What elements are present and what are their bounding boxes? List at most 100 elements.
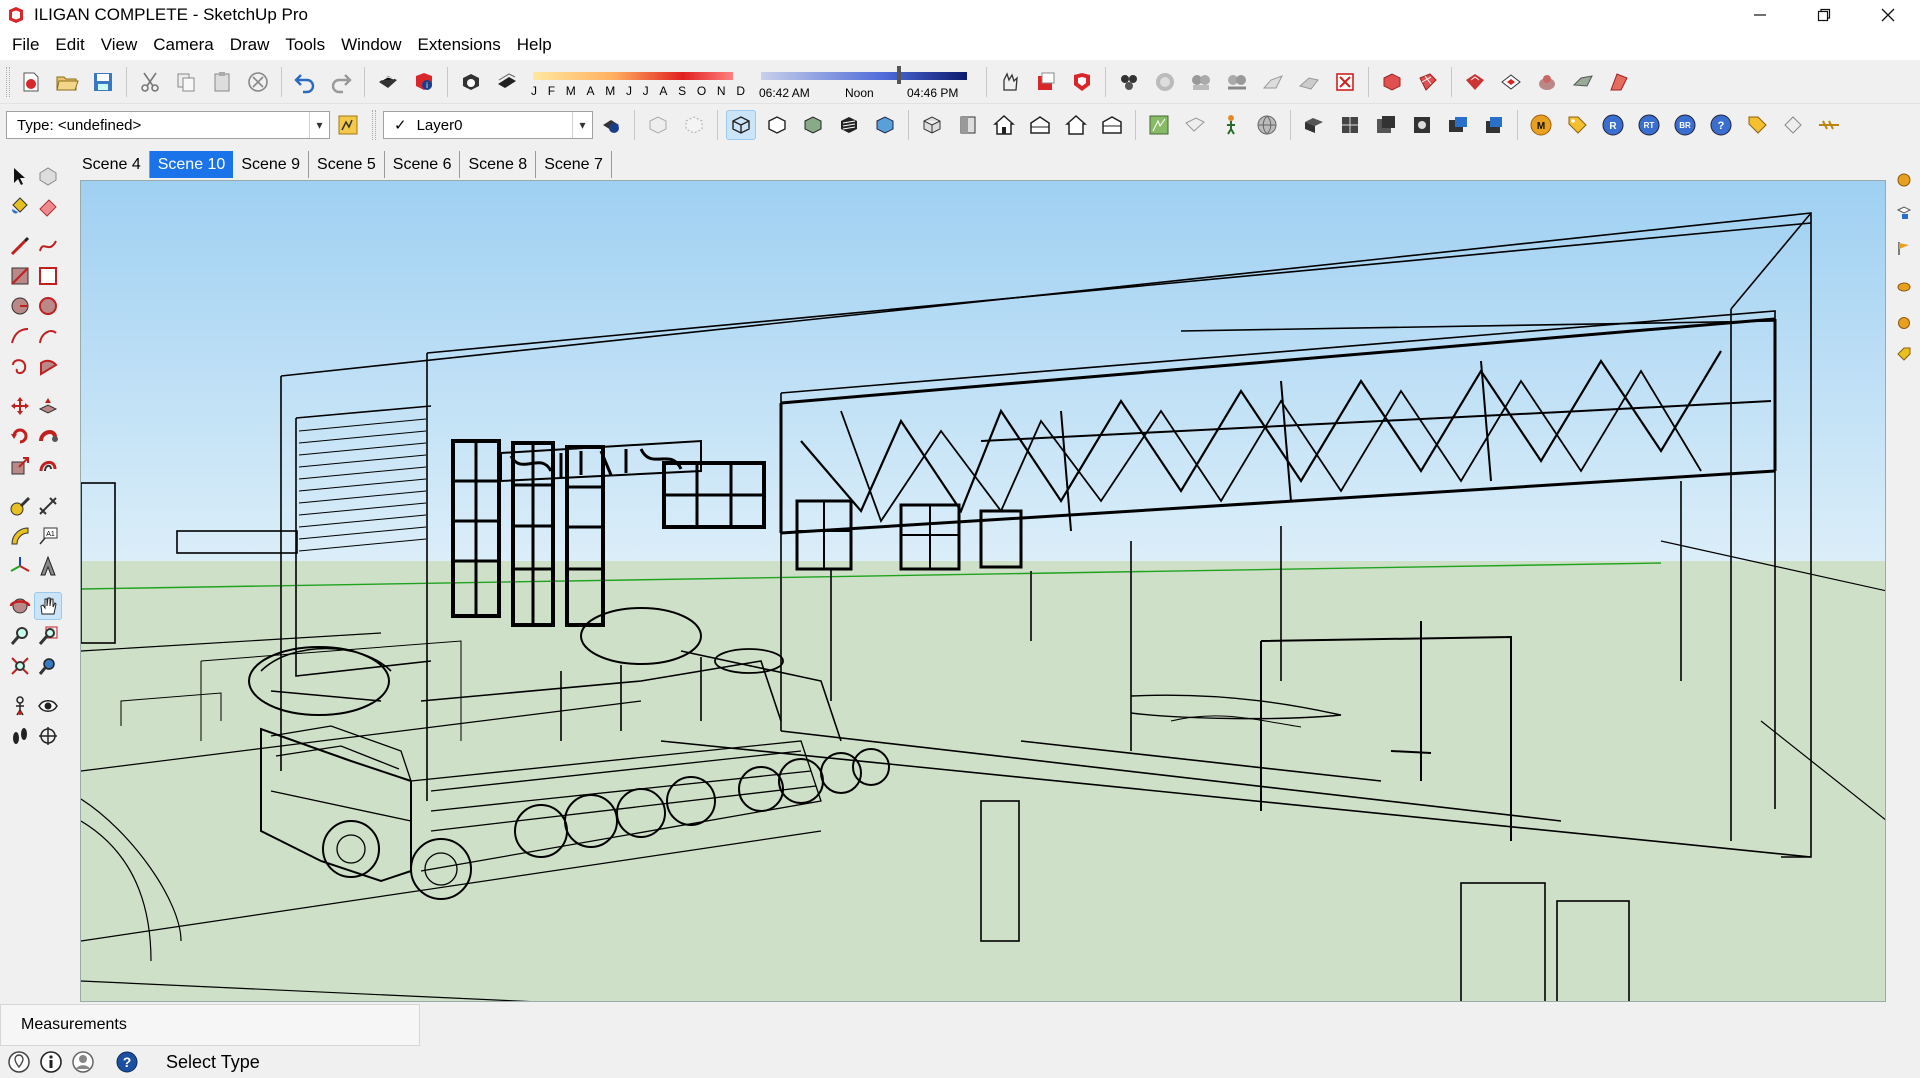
two-point-arc-button[interactable] xyxy=(34,322,62,350)
solid-tools-subtract-button[interactable] xyxy=(1496,67,1526,97)
tab-scene-8[interactable]: Scene 8 xyxy=(460,151,537,178)
warehouse-upload-button[interactable] xyxy=(1031,67,1061,97)
toolbar-grip[interactable] xyxy=(6,66,10,97)
ext-chain-button[interactable] xyxy=(1814,110,1844,140)
tape-measure-button[interactable] xyxy=(6,492,34,520)
ext-rt-button[interactable]: RT xyxy=(1634,110,1664,140)
component-options-button[interactable] xyxy=(1114,67,1144,97)
terrain-button[interactable] xyxy=(1252,110,1282,140)
extension-warehouse-button[interactable] xyxy=(1067,67,1097,97)
hidden-line-button[interactable] xyxy=(762,110,792,140)
xray-button[interactable] xyxy=(643,110,673,140)
shadow-settings-button[interactable] xyxy=(492,67,522,97)
look-around-button[interactable] xyxy=(34,692,62,720)
new-file-button[interactable] xyxy=(16,67,46,97)
left-view-button[interactable] xyxy=(1097,110,1127,140)
dimension-tool-button[interactable] xyxy=(34,492,62,520)
wireframe-button[interactable] xyxy=(726,110,756,140)
tab-scene-9[interactable]: Scene 9 xyxy=(233,151,310,178)
add-location-button[interactable] xyxy=(1216,110,1246,140)
entity-info-button[interactable] xyxy=(333,110,363,140)
front-view-button[interactable] xyxy=(989,110,1019,140)
position-camera-tool-button[interactable] xyxy=(6,692,34,720)
top-view-button[interactable] xyxy=(953,110,983,140)
sandbox-smoove-button[interactable] xyxy=(1150,67,1180,97)
solid-tools-split-button[interactable] xyxy=(1568,67,1598,97)
sphere-button[interactable] xyxy=(1894,312,1914,332)
menu-edit[interactable]: Edit xyxy=(47,35,92,55)
monochrome-button[interactable] xyxy=(870,110,900,140)
shadow-date-slider[interactable]: J F M A M J J A S O N D xyxy=(531,64,745,100)
solid-tools-intersect-button[interactable] xyxy=(1413,67,1443,97)
axes-tool-button[interactable] xyxy=(6,552,34,580)
freehand-tool-button[interactable] xyxy=(34,232,62,260)
ext-label-button[interactable] xyxy=(1742,110,1772,140)
model-viewport[interactable] xyxy=(80,180,1886,1002)
ext-help-button[interactable]: ? xyxy=(1706,110,1736,140)
shaded-button[interactable] xyxy=(798,110,828,140)
component-attributes-button[interactable] xyxy=(1371,110,1401,140)
menu-tools[interactable]: Tools xyxy=(277,35,333,55)
3d-text-button[interactable] xyxy=(34,552,62,580)
polygon-tool-button[interactable] xyxy=(34,292,62,320)
copy-button[interactable] xyxy=(171,67,201,97)
chevron-down-icon[interactable]: ▾ xyxy=(572,112,592,138)
delete-scene-button[interactable] xyxy=(1330,67,1360,97)
ext-r-button[interactable]: R xyxy=(1598,110,1628,140)
rotated-rectangle-button[interactable] xyxy=(34,262,62,290)
tab-scene-4[interactable]: Scene 4 xyxy=(74,151,150,178)
push-pull-button[interactable] xyxy=(34,392,62,420)
component-tool-button[interactable] xyxy=(34,162,62,190)
solid-tools-outer-shell-button[interactable] xyxy=(1377,67,1407,97)
redo-button[interactable] xyxy=(326,67,356,97)
cloud-upload-button[interactable] xyxy=(1479,110,1509,140)
walk-tool-button[interactable] xyxy=(6,722,34,750)
line-tool-button[interactable] xyxy=(6,232,34,260)
tab-scene-5[interactable]: Scene 5 xyxy=(309,151,385,178)
menu-file[interactable]: File xyxy=(4,35,47,55)
paste-button[interactable] xyxy=(207,67,237,97)
tab-scene-10[interactable]: Scene 10 xyxy=(149,151,234,178)
orbit-tool-button[interactable] xyxy=(6,592,34,620)
menu-view[interactable]: View xyxy=(93,35,146,55)
layer-manager-button[interactable] xyxy=(596,110,626,140)
previous-view-button[interactable] xyxy=(34,652,62,680)
scale-tool-button[interactable] xyxy=(6,452,34,480)
save-button[interactable] xyxy=(88,67,118,97)
sandbox-stamp-button[interactable] xyxy=(1186,67,1216,97)
fog-button[interactable] xyxy=(995,67,1025,97)
circle-tool-button[interactable] xyxy=(6,292,34,320)
ext-diamond-button[interactable] xyxy=(1778,110,1808,140)
menu-window[interactable]: Window xyxy=(333,35,409,55)
rectangle-tool-button[interactable] xyxy=(6,262,34,290)
cloud-sync-button[interactable] xyxy=(1443,110,1473,140)
eraser-tool-button[interactable] xyxy=(34,192,62,220)
arc-tool-button[interactable] xyxy=(6,322,34,350)
zoom-window-button[interactable] xyxy=(34,622,62,650)
zoom-extents-button[interactable] xyxy=(6,652,34,680)
rotate-tool-button[interactable] xyxy=(6,422,34,450)
ext-br-button[interactable]: BR xyxy=(1670,110,1700,140)
menu-extensions[interactable]: Extensions xyxy=(410,35,509,55)
menu-draw[interactable]: Draw xyxy=(222,35,278,55)
text-tool-button[interactable]: A1 xyxy=(34,522,62,550)
sandbox-flip-edge-button[interactable] xyxy=(1294,67,1324,97)
zoom-tool-button[interactable] xyxy=(6,622,34,650)
open-file-button[interactable] xyxy=(52,67,82,97)
follow-me-button[interactable] xyxy=(34,422,62,450)
instructor-help-button[interactable]: ? xyxy=(114,1049,140,1075)
sandbox-drape-button[interactable] xyxy=(1222,67,1252,97)
pan-tool-button[interactable] xyxy=(34,592,62,620)
erase-button[interactable] xyxy=(243,67,273,97)
component-browser-button[interactable] xyxy=(1407,110,1437,140)
terrain-strip-button[interactable] xyxy=(1894,276,1914,296)
photo-texture-button[interactable] xyxy=(1180,110,1210,140)
section-plane-button[interactable] xyxy=(34,722,62,750)
layer-dropdown[interactable]: ✓ Layer0 ▾ xyxy=(383,111,593,139)
position-camera-button[interactable] xyxy=(1144,110,1174,140)
make-group-button[interactable] xyxy=(1299,110,1329,140)
flag-button[interactable] xyxy=(1894,238,1914,258)
protractor-button[interactable] xyxy=(6,522,34,550)
account-status[interactable] xyxy=(70,1049,96,1075)
shadow-time-slider[interactable]: 06:42 AM Noon 04:46 PM xyxy=(757,64,975,100)
